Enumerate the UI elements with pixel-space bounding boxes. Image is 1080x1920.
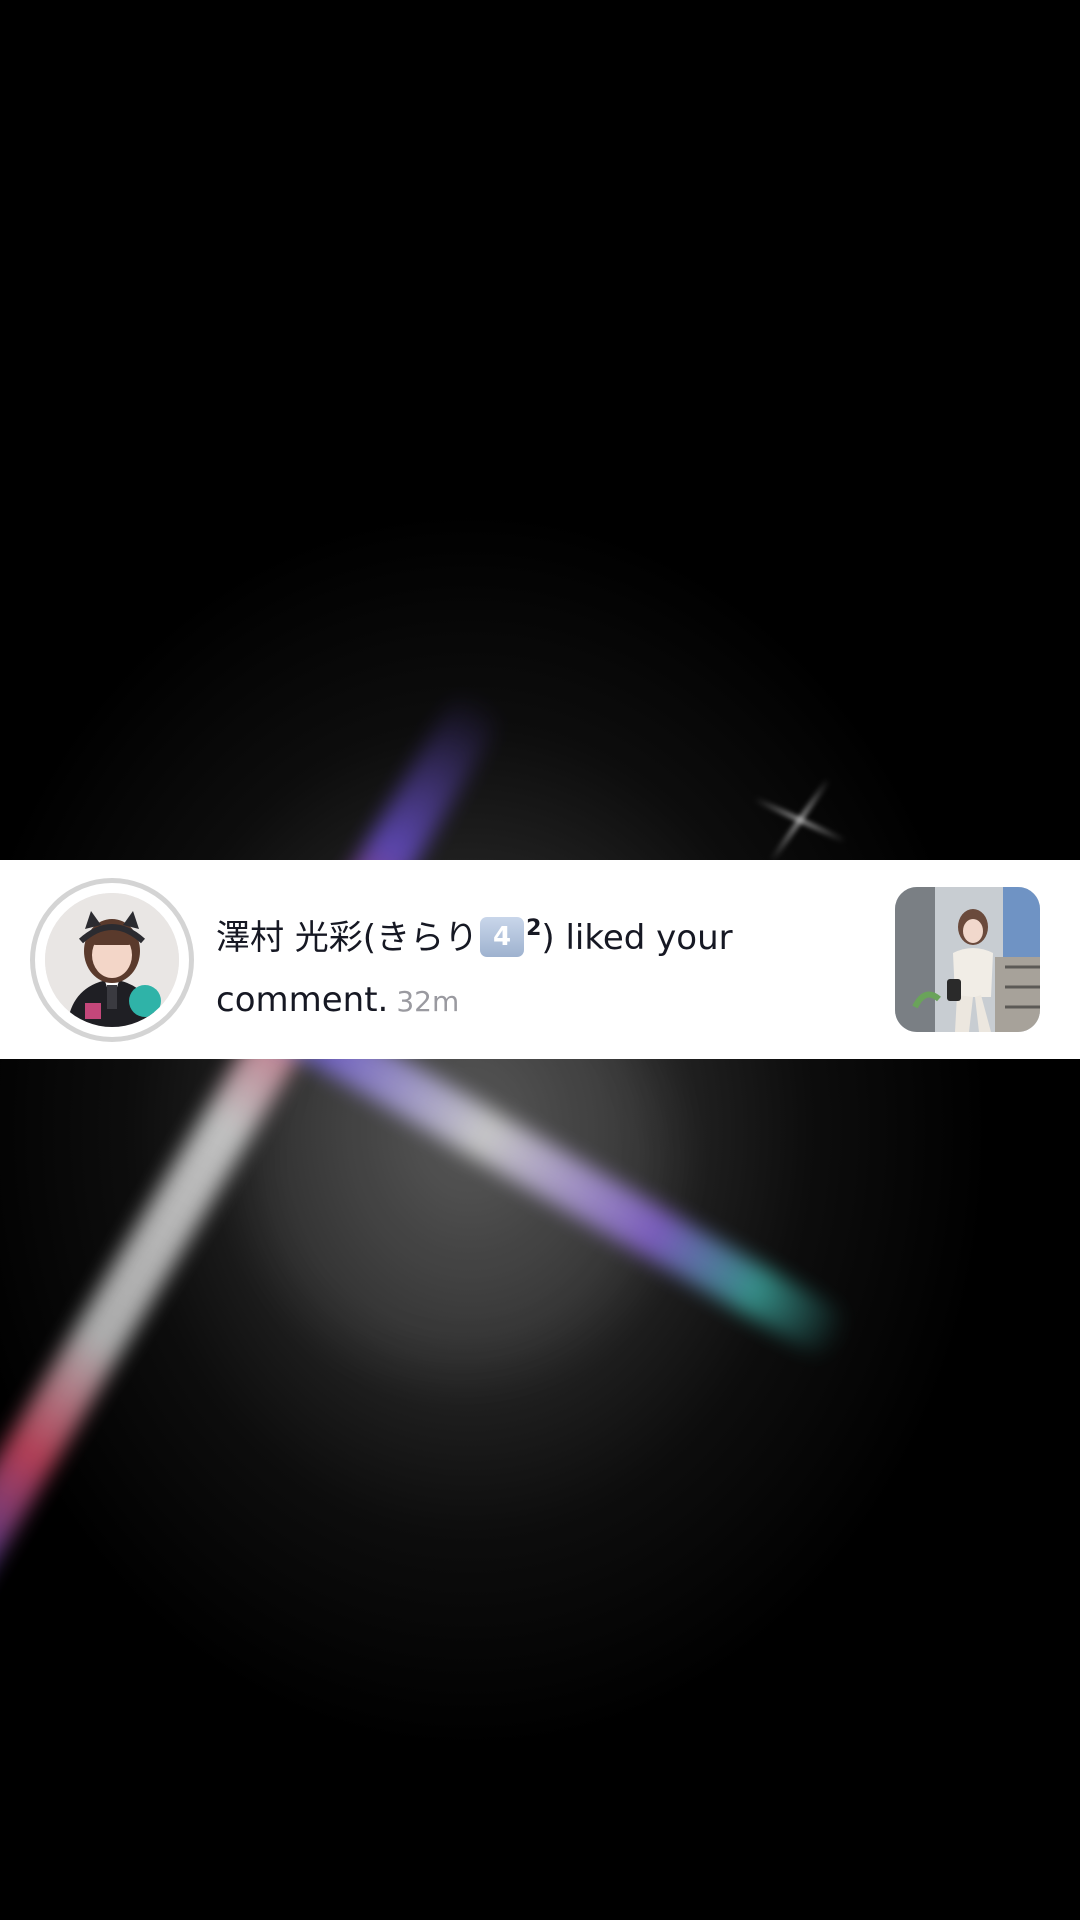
close-paren: ) bbox=[541, 918, 555, 958]
thumbnail-image-icon bbox=[895, 887, 1040, 1032]
action-text-part1: liked your bbox=[554, 918, 733, 958]
timestamp: 32m bbox=[396, 985, 460, 1018]
avatar-ring[interactable] bbox=[30, 878, 194, 1042]
video-background: 澤村 光彩(きらり 4 2) liked your comment. 32m bbox=[0, 0, 1080, 1920]
video-thumbnail[interactable] bbox=[895, 887, 1040, 1032]
message-line-2: comment. 32m bbox=[216, 969, 776, 1033]
message-line-1: 澤村 光彩(きらり 4 2) liked your bbox=[216, 898, 776, 969]
avatar-image-icon bbox=[45, 893, 179, 1027]
notification-banner[interactable]: 澤村 光彩(きらり 4 2) liked your comment. 32m bbox=[0, 860, 1080, 1059]
user-avatar[interactable] bbox=[45, 893, 179, 1027]
username[interactable]: 澤村 光彩(きらり bbox=[216, 918, 478, 958]
keycap-4-emoji: 4 bbox=[480, 917, 525, 957]
action-text-part2: comment. bbox=[216, 980, 389, 1020]
notification-message: 澤村 光彩(きらり 4 2) liked your comment. 32m bbox=[216, 898, 776, 1033]
superscript-2: 2 bbox=[526, 916, 542, 941]
